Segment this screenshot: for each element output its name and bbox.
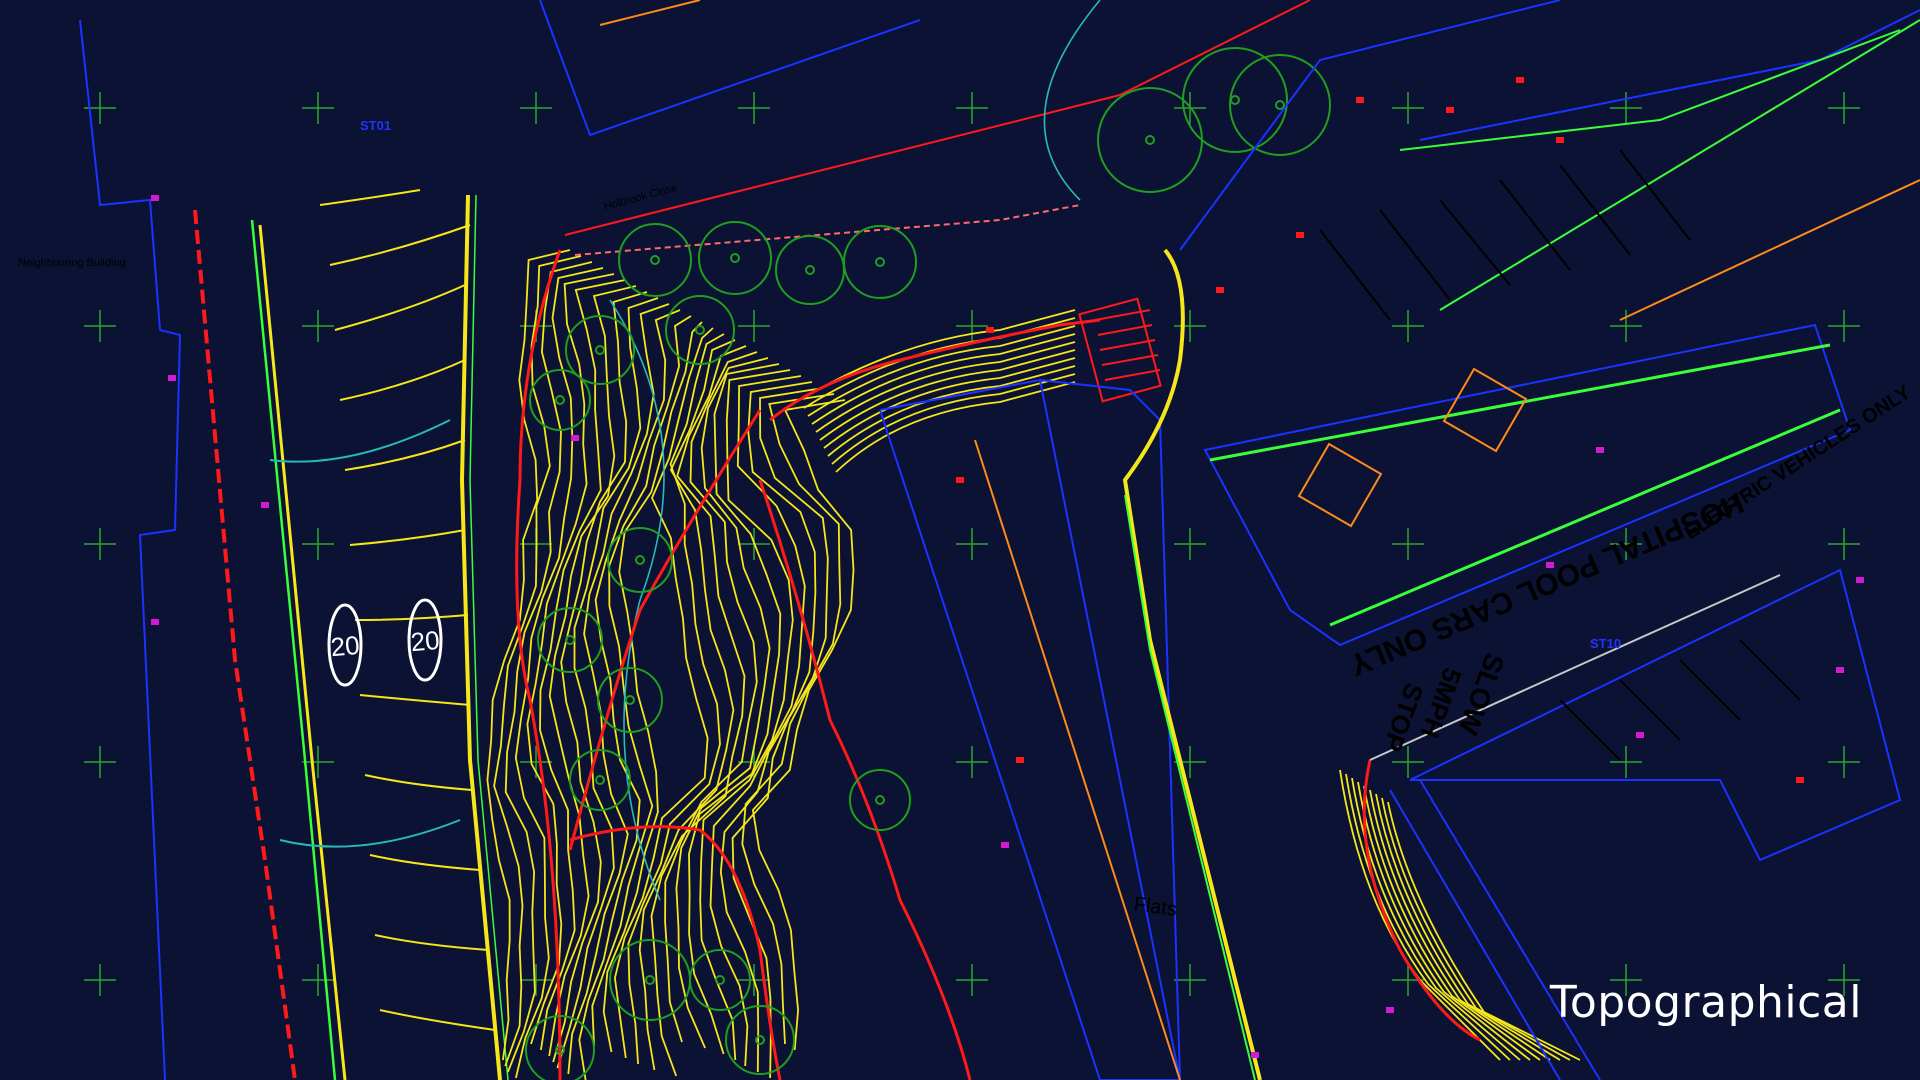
survey-point-marker: [1516, 77, 1524, 83]
survey-point-marker: [1001, 842, 1009, 848]
survey-point-marker: [1016, 757, 1024, 763]
survey-point-marker: [168, 375, 176, 381]
map-caption: Topographical: [1549, 977, 1862, 1028]
survey-point-marker: [986, 327, 994, 333]
survey-point-marker: [1796, 777, 1804, 783]
survey-point-marker: [956, 477, 964, 483]
survey-point-marker: [571, 435, 579, 441]
survey-point-marker: [151, 619, 159, 625]
survey-point-marker: [261, 502, 269, 508]
survey-point-marker: [1556, 137, 1564, 143]
speed-limit-text-1: 20: [329, 630, 360, 662]
survey-point-marker: [1446, 107, 1454, 113]
station-st01-label: ST01: [360, 118, 391, 133]
station-st10-label: ST10: [1590, 636, 1621, 651]
topographic-survey-map: 20 20 HOSPITAL POOL CARS ONLY ELECTRIC V…: [0, 0, 1920, 1080]
survey-point-marker: [1636, 732, 1644, 738]
survey-point-marker: [1356, 97, 1364, 103]
survey-point-marker: [151, 195, 159, 201]
speed-limit-text-2: 20: [409, 625, 440, 657]
survey-point-marker: [1546, 562, 1554, 568]
survey-point-marker: [1386, 1007, 1394, 1013]
survey-point-marker: [1216, 287, 1224, 293]
survey-point-marker: [1596, 447, 1604, 453]
survey-point-marker: [1856, 577, 1864, 583]
survey-point-marker: [1836, 667, 1844, 673]
survey-point-marker: [1251, 1052, 1259, 1058]
survey-point-marker: [1296, 232, 1304, 238]
neighbouring-building-label: Neighbouring Building: [18, 257, 126, 269]
